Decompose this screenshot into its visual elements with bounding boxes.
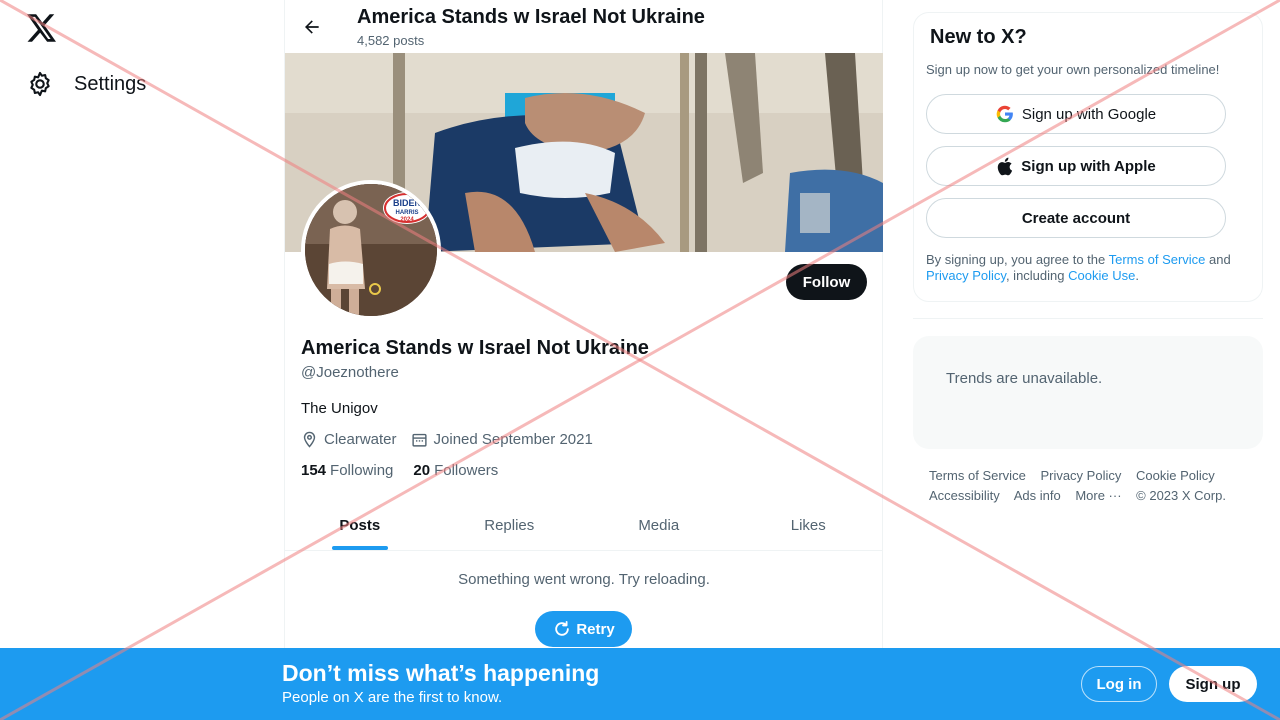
terms-of-service-link[interactable]: Terms of Service xyxy=(1109,252,1206,267)
login-button[interactable]: Log in xyxy=(1081,666,1157,702)
tab-likes[interactable]: Likes xyxy=(734,500,884,550)
terms-and: and xyxy=(1205,252,1231,267)
settings-label: Settings xyxy=(74,72,147,95)
apple-signup-label: Sign up with Apple xyxy=(1021,157,1156,175)
signup-button[interactable]: Sign up xyxy=(1169,666,1257,702)
signup-terms: By signing up, you agree to the Terms of… xyxy=(926,252,1251,284)
right-sidebar: New to X? Sign up now to get your own pe… xyxy=(913,0,1263,720)
refresh-icon xyxy=(555,621,570,636)
signup-card-subtitle: Sign up now to get your own personalized… xyxy=(926,62,1220,77)
privacy-policy-link[interactable]: Privacy Policy xyxy=(926,268,1006,283)
apple-signup-button[interactable]: Sign up with Apple xyxy=(926,146,1226,186)
left-nav: Settings xyxy=(0,0,284,720)
apple-icon xyxy=(998,157,1013,175)
profile-column: America Stands w Israel Not Ukraine 4,58… xyxy=(284,0,883,720)
footer-link-ads-info[interactable]: Ads info xyxy=(1014,488,1061,503)
terms-including: , including xyxy=(1005,268,1069,283)
trends-card: Trends are unavailable. xyxy=(913,336,1263,449)
header-title: America Stands w Israel Not Ukraine xyxy=(357,6,705,28)
profile-header-bar: America Stands w Israel Not Ukraine 4,58… xyxy=(285,0,882,53)
signup-card: New to X? Sign up now to get your own pe… xyxy=(913,12,1263,302)
following-label: Following xyxy=(330,462,394,479)
profile-handle: @Joeznothere xyxy=(301,364,399,381)
profile-joined: Joined September 2021 xyxy=(411,431,593,448)
trends-message: Trends are unavailable. xyxy=(946,370,1103,387)
sidebar-divider xyxy=(913,318,1263,319)
follow-button[interactable]: Follow xyxy=(786,264,867,300)
arrow-left-icon xyxy=(305,20,319,34)
avatar-badge-line3: 2024 xyxy=(400,217,414,223)
avatar-badge-line2: HARRIS xyxy=(395,210,418,216)
following-count: 154 xyxy=(301,462,327,479)
tab-replies[interactable]: Replies xyxy=(435,500,585,550)
x-logo-icon[interactable] xyxy=(27,14,57,42)
gear-icon xyxy=(30,71,50,97)
followers-label: Followers xyxy=(434,462,499,479)
following-stat[interactable]: 154 Following xyxy=(301,462,393,479)
calendar-icon xyxy=(411,433,427,447)
active-tab-indicator xyxy=(331,546,388,550)
followers-count: 20 xyxy=(413,462,431,479)
profile-tabs: Posts Replies Media Likes xyxy=(285,500,883,551)
profile-avatar[interactable]: BIDEN HARRIS 2024 xyxy=(301,180,441,320)
google-signup-label: Sign up with Google xyxy=(1021,105,1157,123)
google-icon xyxy=(996,105,1013,123)
footer-link-privacy[interactable]: Privacy Policy xyxy=(1040,468,1121,483)
joined-text: Joined September 2021 xyxy=(433,431,593,448)
cookie-use-link[interactable]: Cookie Use xyxy=(1068,268,1135,283)
profile-name: America Stands w Israel Not Ukraine xyxy=(301,337,649,359)
tab-media-label: Media xyxy=(638,516,680,534)
create-account-button[interactable]: Create account xyxy=(926,198,1226,238)
back-button[interactable] xyxy=(299,14,325,40)
terms-end: . xyxy=(1135,268,1139,283)
followers-stat[interactable]: 20 Followers xyxy=(413,462,498,479)
terms-prefix: By signing up, you agree to the xyxy=(926,252,1109,267)
tab-likes-label: Likes xyxy=(790,516,826,534)
create-account-label: Create account xyxy=(1021,209,1131,227)
retry-label: Retry xyxy=(576,620,615,638)
login-prompt-bar: Don’t miss what’s happening People on X … xyxy=(0,648,1280,720)
footer-link-cookie[interactable]: Cookie Policy xyxy=(1136,468,1215,483)
tab-posts-label: Posts xyxy=(339,516,381,534)
profile-location: Clearwater xyxy=(301,431,397,448)
avatar-badge-line1: BIDEN xyxy=(393,198,421,208)
login-prompt-subtitle: People on X are the first to know. xyxy=(282,689,503,706)
feed-error-message: Something went wrong. Try reloading. xyxy=(458,571,710,588)
footer-link-terms[interactable]: Terms of Service xyxy=(929,468,1026,483)
retry-button[interactable]: Retry xyxy=(535,611,632,647)
footer-links: Terms of Service Privacy Policy Cookie P… xyxy=(929,466,1249,506)
signup-card-title: New to X? xyxy=(930,26,1027,48)
avatar-image: BIDEN HARRIS 2024 xyxy=(305,184,437,316)
tab-posts[interactable]: Posts xyxy=(285,500,435,550)
tab-replies-label: Replies xyxy=(484,516,535,534)
profile-meta: Clearwater Joined September 2021 xyxy=(301,431,607,448)
nav-settings[interactable]: Settings xyxy=(26,68,146,100)
location-text: Clearwater xyxy=(324,431,397,448)
follow-stats: 154 Following 20 Followers xyxy=(301,462,518,479)
tab-media[interactable]: Media xyxy=(584,500,734,550)
location-pin-icon xyxy=(303,431,316,448)
footer-link-more[interactable]: More ··· xyxy=(1075,488,1121,503)
google-signup-button[interactable]: Sign up with Google xyxy=(926,94,1226,134)
footer-copyright: © 2023 X Corp. xyxy=(1136,488,1226,503)
login-prompt-title: Don’t miss what’s happening xyxy=(282,660,600,686)
header-posts-count: 4,582 posts xyxy=(357,33,425,48)
profile-bio: The Unigov xyxy=(301,400,378,417)
footer-link-accessibility[interactable]: Accessibility xyxy=(929,488,1000,503)
